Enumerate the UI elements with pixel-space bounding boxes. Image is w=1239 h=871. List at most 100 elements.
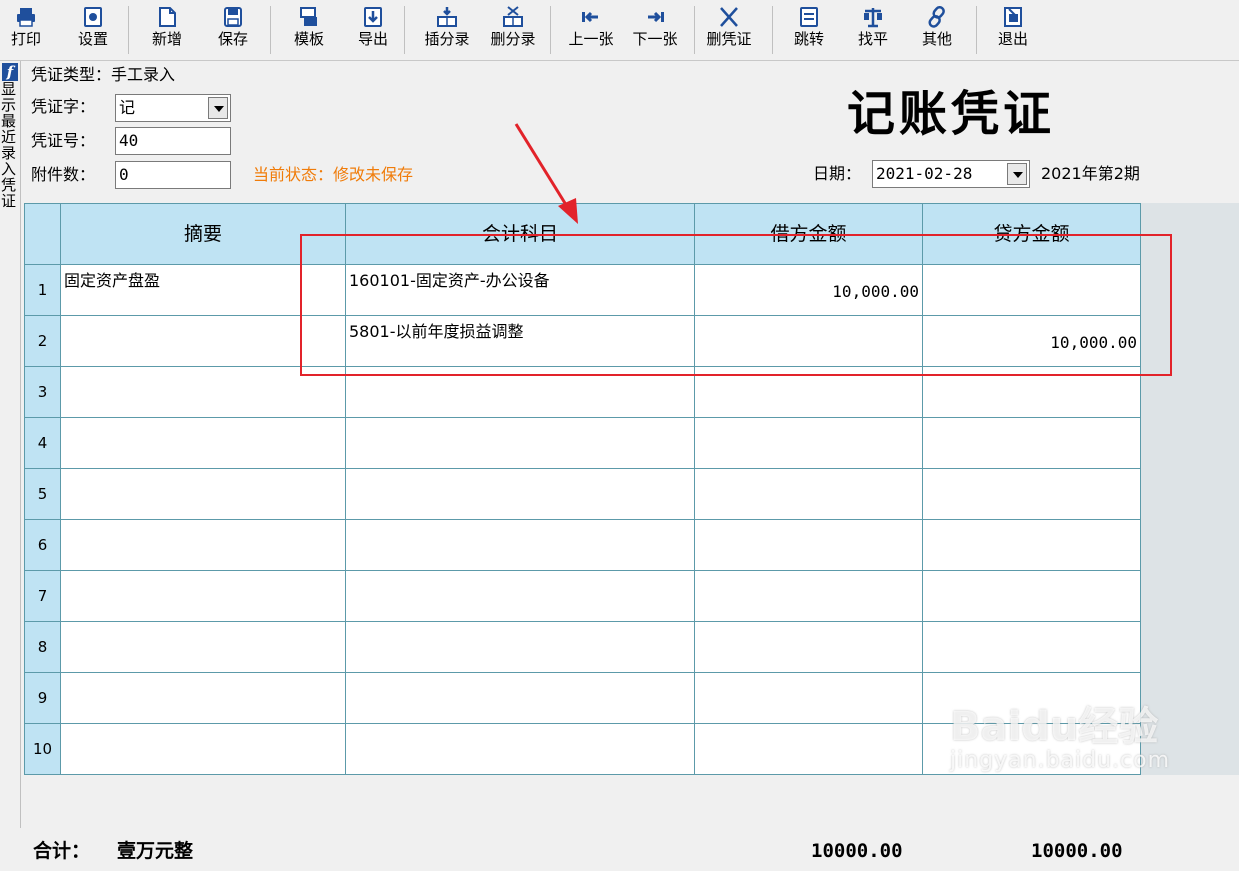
- row-number[interactable]: 8: [24, 622, 61, 673]
- cell-debit[interactable]: [695, 418, 923, 469]
- cell-summary[interactable]: [61, 673, 346, 724]
- cell-account[interactable]: [346, 724, 695, 775]
- delete-row-icon: [503, 6, 523, 27]
- delete-voucher-icon: [720, 7, 738, 27]
- row-number[interactable]: 3: [24, 367, 61, 418]
- toolbar-button-label: 退出: [997, 30, 1028, 48]
- cell-credit[interactable]: [923, 571, 1141, 622]
- toolbar-button-label: 其他: [921, 30, 952, 48]
- status-text: 当前状态：修改未保存: [253, 165, 414, 184]
- voucher-type-label: 凭证类型：手工录入: [31, 65, 176, 84]
- export-icon: [364, 7, 382, 27]
- app-logo-icon: f: [2, 63, 18, 81]
- voucher-type-value: 手工录入: [111, 65, 176, 84]
- cell-summary[interactable]: [61, 622, 346, 673]
- toolbar-separator: [976, 6, 977, 54]
- toolbar-button-14[interactable]: 退出: [990, 4, 1036, 56]
- row-number[interactable]: 9: [24, 673, 61, 724]
- cell-debit[interactable]: [695, 673, 923, 724]
- insert-row-icon: [437, 7, 457, 27]
- toolbar-button-7[interactable]: 删分录: [482, 4, 544, 56]
- watermark: Baidu经验 jingyan.baidu.com: [950, 694, 1170, 773]
- save-icon: [224, 7, 242, 27]
- totals-bar: 合计： 壹万元整 10000.00 10000.00: [21, 835, 1239, 871]
- watermark-text: Baidu经验: [950, 704, 1159, 750]
- toolbar-button-1[interactable]: 设置: [68, 4, 118, 56]
- toolbar-button-label: 设置: [77, 30, 108, 48]
- toolbar-button-11[interactable]: 跳转: [786, 4, 832, 56]
- date-value: 2021-02-28: [876, 164, 973, 183]
- row-number[interactable]: 2: [24, 316, 61, 367]
- toolbar-button-label: 模板: [293, 30, 324, 48]
- cell-debit[interactable]: [695, 571, 923, 622]
- cell-summary[interactable]: [61, 418, 346, 469]
- cell-account[interactable]: [346, 622, 695, 673]
- toolbar-button-2[interactable]: 新增: [142, 4, 192, 56]
- toolbar-button-label: 找平: [857, 30, 888, 48]
- cell-debit[interactable]: [695, 520, 923, 571]
- row-number[interactable]: 6: [24, 520, 61, 571]
- cell-account[interactable]: [346, 469, 695, 520]
- toolbar-button-3[interactable]: 保存: [208, 4, 258, 56]
- cell-summary[interactable]: [61, 520, 346, 571]
- recent-vouchers-label[interactable]: 显示最近录入凭证: [1, 81, 19, 209]
- row-number[interactable]: 7: [24, 571, 61, 622]
- toolbar-button-4[interactable]: 模板: [284, 4, 334, 56]
- balance-scale-icon: [864, 8, 882, 28]
- gear-icon: [84, 7, 102, 27]
- row-number[interactable]: 1: [24, 265, 61, 316]
- exit-icon: [1004, 7, 1022, 27]
- voucher-word-value: 记: [119, 98, 136, 117]
- grid-corner: [24, 203, 61, 265]
- voucher-word-select[interactable]: 记: [115, 94, 231, 122]
- toolbar-button-label: 导出: [357, 30, 388, 48]
- cell-account[interactable]: [346, 673, 695, 724]
- page-title: 记账凭证: [847, 86, 1056, 142]
- next-icon: [648, 11, 664, 23]
- toolbar-button-13[interactable]: 其他: [914, 4, 960, 56]
- date-picker[interactable]: 2021-02-28: [872, 160, 1030, 188]
- cell-credit[interactable]: [923, 469, 1141, 520]
- toolbar-button-0[interactable]: 打印: [2, 4, 50, 56]
- toolbar-button-9[interactable]: 下一张: [624, 4, 686, 56]
- toolbar-button-label: 删凭证: [706, 30, 752, 48]
- toolbar-button-5[interactable]: 导出: [348, 4, 398, 56]
- cell-summary[interactable]: [61, 469, 346, 520]
- attachments-label: 附件数：: [31, 165, 96, 184]
- toolbar-button-10[interactable]: 删凭证: [698, 4, 760, 56]
- printer-icon: [17, 8, 35, 27]
- attachments-input[interactable]: 0: [115, 161, 231, 189]
- toolbar-separator: [270, 6, 271, 54]
- watermark-sub: jingyan.baidu.com: [950, 748, 1171, 773]
- template-icon: [300, 7, 317, 26]
- period-label: 2021年第2期: [1041, 164, 1140, 183]
- cell-account[interactable]: [346, 418, 695, 469]
- cell-summary[interactable]: [61, 571, 346, 622]
- cell-account[interactable]: [346, 571, 695, 622]
- cell-debit[interactable]: [695, 724, 923, 775]
- chevron-down-icon[interactable]: [208, 97, 228, 119]
- toolbar-button-12[interactable]: 找平: [850, 4, 896, 56]
- voucher-no-input[interactable]: 40: [115, 127, 231, 155]
- cell-credit[interactable]: [923, 622, 1141, 673]
- debit-total: 10000.00: [811, 840, 903, 862]
- toolbar-button-8[interactable]: 上一张: [560, 4, 622, 56]
- voucher-no-label: 凭证号：: [31, 131, 96, 150]
- row-number[interactable]: 4: [24, 418, 61, 469]
- cell-debit[interactable]: [695, 469, 923, 520]
- toolbar-separator: [128, 6, 129, 54]
- toolbar: 打印 设置 新增 保存 模板 导出 插分录 删分录 上一张 下一张 删凭证 跳转 找平 其他 退出: [0, 0, 1239, 61]
- total-in-words: 壹万元整: [117, 840, 194, 862]
- cell-credit[interactable]: [923, 520, 1141, 571]
- chevron-down-icon[interactable]: [1007, 163, 1027, 185]
- recent-vouchers-strip[interactable]: f 显示最近录入凭证: [0, 61, 21, 828]
- cell-debit[interactable]: [695, 622, 923, 673]
- previous-icon: [582, 11, 598, 23]
- cell-account[interactable]: [346, 520, 695, 571]
- row-number[interactable]: 10: [24, 724, 61, 775]
- row-number[interactable]: 5: [24, 469, 61, 520]
- cell-credit[interactable]: [923, 418, 1141, 469]
- toolbar-button-6[interactable]: 插分录: [416, 4, 478, 56]
- cell-summary-text: 固定资产盘盈: [64, 271, 161, 290]
- cell-summary[interactable]: [61, 724, 346, 775]
